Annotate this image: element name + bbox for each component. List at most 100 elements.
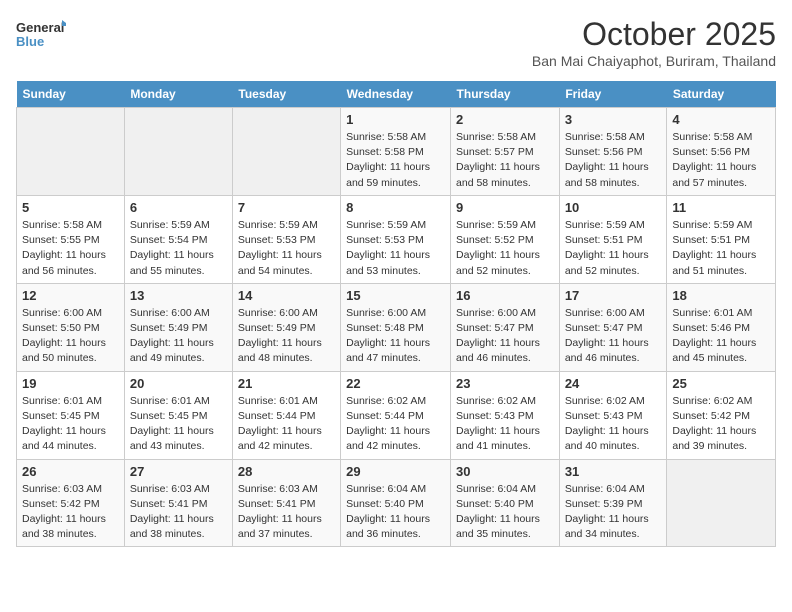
day-number: 24	[565, 376, 662, 391]
calendar-cell: 4 Sunrise: 5:58 AM Sunset: 5:56 PM Daylig…	[667, 108, 776, 196]
weekday-header-thursday: Thursday	[451, 81, 560, 108]
calendar-cell: 8 Sunrise: 5:59 AM Sunset: 5:53 PM Daylig…	[341, 195, 451, 283]
weekday-header-friday: Friday	[559, 81, 667, 108]
calendar-cell: 21 Sunrise: 6:01 AM Sunset: 5:44 PM Dayli…	[232, 371, 340, 459]
weekday-header-monday: Monday	[124, 81, 232, 108]
calendar-cell: 18 Sunrise: 6:01 AM Sunset: 5:46 PM Dayli…	[667, 283, 776, 371]
calendar-cell: 2 Sunrise: 5:58 AM Sunset: 5:57 PM Daylig…	[451, 108, 560, 196]
day-number: 3	[565, 112, 662, 127]
calendar-cell: 23 Sunrise: 6:02 AM Sunset: 5:43 PM Dayli…	[451, 371, 560, 459]
day-info: Sunrise: 6:03 AM Sunset: 5:41 PM Dayligh…	[130, 482, 227, 543]
day-info: Sunrise: 5:59 AM Sunset: 5:51 PM Dayligh…	[672, 218, 770, 279]
calendar-week-row: 19 Sunrise: 6:01 AM Sunset: 5:45 PM Dayli…	[17, 371, 776, 459]
day-info: Sunrise: 6:01 AM Sunset: 5:45 PM Dayligh…	[22, 394, 119, 455]
day-info: Sunrise: 5:58 AM Sunset: 5:55 PM Dayligh…	[22, 218, 119, 279]
day-number: 26	[22, 464, 119, 479]
day-number: 19	[22, 376, 119, 391]
day-info: Sunrise: 6:00 AM Sunset: 5:47 PM Dayligh…	[456, 306, 554, 367]
day-info: Sunrise: 6:00 AM Sunset: 5:48 PM Dayligh…	[346, 306, 445, 367]
page-header: General Blue October 2025 Ban Mai Chaiya…	[16, 16, 776, 69]
calendar-cell: 6Sunrise: 5:59 AM Sunset: 5:54 PM Daylig…	[124, 195, 232, 283]
day-number: 17	[565, 288, 662, 303]
calendar-cell: 24 Sunrise: 6:02 AM Sunset: 5:43 PM Dayli…	[559, 371, 667, 459]
location: Ban Mai Chaiyaphot, Buriram, Thailand	[532, 53, 776, 69]
calendar-cell: 5 Sunrise: 5:58 AM Sunset: 5:55 PM Daylig…	[17, 195, 125, 283]
day-info: Sunrise: 6:01 AM Sunset: 5:45 PM Dayligh…	[130, 394, 227, 455]
day-number: 30	[456, 464, 554, 479]
calendar-cell: 14Sunrise: 6:00 AM Sunset: 5:49 PM Dayli…	[232, 283, 340, 371]
calendar-cell: 28 Sunrise: 6:03 AM Sunset: 5:41 PM Dayli…	[232, 459, 340, 547]
day-info: Sunrise: 6:02 AM Sunset: 5:43 PM Dayligh…	[456, 394, 554, 455]
day-info: Sunrise: 6:04 AM Sunset: 5:40 PM Dayligh…	[456, 482, 554, 543]
calendar-cell: 20 Sunrise: 6:01 AM Sunset: 5:45 PM Dayli…	[124, 371, 232, 459]
calendar-cell	[232, 108, 340, 196]
calendar-cell: 15 Sunrise: 6:00 AM Sunset: 5:48 PM Dayli…	[341, 283, 451, 371]
day-number: 20	[130, 376, 227, 391]
day-info: Sunrise: 6:00 AM Sunset: 5:49 PM Dayligh…	[238, 306, 335, 367]
day-info: Sunrise: 6:02 AM Sunset: 5:44 PM Dayligh…	[346, 394, 445, 455]
day-number: 5	[22, 200, 119, 215]
day-info: Sunrise: 5:58 AM Sunset: 5:57 PM Dayligh…	[456, 130, 554, 191]
day-number: 27	[130, 464, 227, 479]
calendar-cell	[124, 108, 232, 196]
day-number: 21	[238, 376, 335, 391]
day-number: 31	[565, 464, 662, 479]
calendar-cell: 11 Sunrise: 5:59 AM Sunset: 5:51 PM Dayli…	[667, 195, 776, 283]
calendar-cell: 10Sunrise: 5:59 AM Sunset: 5:51 PM Dayli…	[559, 195, 667, 283]
day-info: Sunrise: 6:02 AM Sunset: 5:42 PM Dayligh…	[672, 394, 770, 455]
day-number: 12	[22, 288, 119, 303]
calendar-cell: 3 Sunrise: 5:58 AM Sunset: 5:56 PM Daylig…	[559, 108, 667, 196]
day-number: 8	[346, 200, 445, 215]
calendar-cell: 7 Sunrise: 5:59 AM Sunset: 5:53 PM Daylig…	[232, 195, 340, 283]
calendar-table: SundayMondayTuesdayWednesdayThursdayFrid…	[16, 81, 776, 547]
day-number: 11	[672, 200, 770, 215]
day-info: Sunrise: 5:59 AM Sunset: 5:54 PM Dayligh…	[130, 218, 227, 279]
day-info: Sunrise: 6:00 AM Sunset: 5:49 PM Dayligh…	[130, 306, 227, 367]
day-info: Sunrise: 6:00 AM Sunset: 5:50 PM Dayligh…	[22, 306, 119, 367]
day-number: 15	[346, 288, 445, 303]
title-block: October 2025 Ban Mai Chaiyaphot, Buriram…	[532, 16, 776, 69]
day-info: Sunrise: 6:01 AM Sunset: 5:46 PM Dayligh…	[672, 306, 770, 367]
day-info: Sunrise: 6:01 AM Sunset: 5:44 PM Dayligh…	[238, 394, 335, 455]
day-info: Sunrise: 5:59 AM Sunset: 5:53 PM Dayligh…	[346, 218, 445, 279]
day-number: 25	[672, 376, 770, 391]
day-number: 9	[456, 200, 554, 215]
calendar-week-row: 5 Sunrise: 5:58 AM Sunset: 5:55 PM Daylig…	[17, 195, 776, 283]
calendar-cell: 19 Sunrise: 6:01 AM Sunset: 5:45 PM Dayli…	[17, 371, 125, 459]
day-number: 4	[672, 112, 770, 127]
weekday-header-sunday: Sunday	[17, 81, 125, 108]
calendar-cell: 22Sunrise: 6:02 AM Sunset: 5:44 PM Dayli…	[341, 371, 451, 459]
weekday-header-tuesday: Tuesday	[232, 81, 340, 108]
day-number: 13	[130, 288, 227, 303]
calendar-week-row: 26Sunrise: 6:03 AM Sunset: 5:42 PM Dayli…	[17, 459, 776, 547]
day-info: Sunrise: 5:58 AM Sunset: 5:56 PM Dayligh…	[672, 130, 770, 191]
calendar-cell: 31Sunrise: 6:04 AM Sunset: 5:39 PM Dayli…	[559, 459, 667, 547]
month-title: October 2025	[532, 16, 776, 53]
logo: General Blue	[16, 16, 66, 58]
weekday-header-row: SundayMondayTuesdayWednesdayThursdayFrid…	[17, 81, 776, 108]
day-info: Sunrise: 6:02 AM Sunset: 5:43 PM Dayligh…	[565, 394, 662, 455]
day-number: 18	[672, 288, 770, 303]
day-number: 16	[456, 288, 554, 303]
day-info: Sunrise: 5:58 AM Sunset: 5:56 PM Dayligh…	[565, 130, 662, 191]
day-number: 7	[238, 200, 335, 215]
day-number: 28	[238, 464, 335, 479]
calendar-cell: 13 Sunrise: 6:00 AM Sunset: 5:49 PM Dayli…	[124, 283, 232, 371]
calendar-week-row: 1Sunrise: 5:58 AM Sunset: 5:58 PM Daylig…	[17, 108, 776, 196]
calendar-cell: 17Sunrise: 6:00 AM Sunset: 5:47 PM Dayli…	[559, 283, 667, 371]
calendar-cell: 30 Sunrise: 6:04 AM Sunset: 5:40 PM Dayli…	[451, 459, 560, 547]
day-info: Sunrise: 6:04 AM Sunset: 5:40 PM Dayligh…	[346, 482, 445, 543]
day-number: 2	[456, 112, 554, 127]
calendar-cell: 27 Sunrise: 6:03 AM Sunset: 5:41 PM Dayli…	[124, 459, 232, 547]
weekday-header-wednesday: Wednesday	[341, 81, 451, 108]
calendar-cell: 9Sunrise: 5:59 AM Sunset: 5:52 PM Daylig…	[451, 195, 560, 283]
day-info: Sunrise: 5:59 AM Sunset: 5:53 PM Dayligh…	[238, 218, 335, 279]
calendar-cell: 26Sunrise: 6:03 AM Sunset: 5:42 PM Dayli…	[17, 459, 125, 547]
day-info: Sunrise: 6:03 AM Sunset: 5:41 PM Dayligh…	[238, 482, 335, 543]
calendar-week-row: 12 Sunrise: 6:00 AM Sunset: 5:50 PM Dayli…	[17, 283, 776, 371]
day-info: Sunrise: 5:58 AM Sunset: 5:58 PM Dayligh…	[346, 130, 445, 191]
calendar-cell	[667, 459, 776, 547]
weekday-header-saturday: Saturday	[667, 81, 776, 108]
day-number: 23	[456, 376, 554, 391]
calendar-cell: 29Sunrise: 6:04 AM Sunset: 5:40 PM Dayli…	[341, 459, 451, 547]
